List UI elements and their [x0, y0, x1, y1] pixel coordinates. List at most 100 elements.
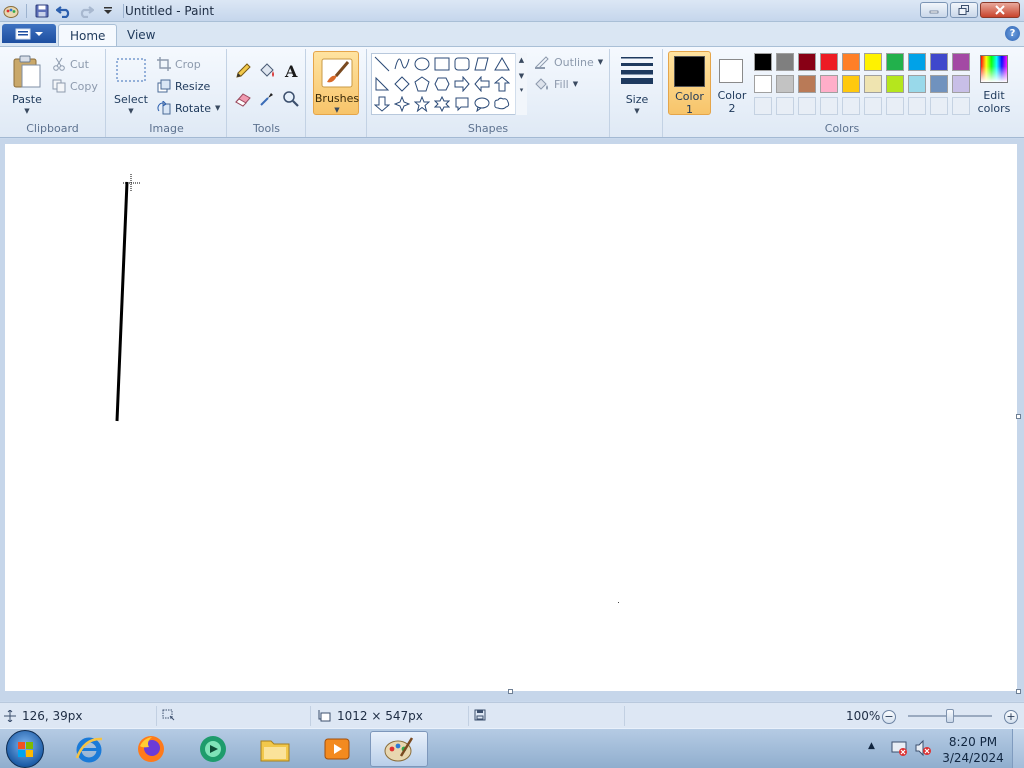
media-app-taskbar-button[interactable] — [186, 731, 240, 767]
custom-color-slot[interactable] — [798, 97, 816, 115]
pentagon-shape-icon[interactable] — [413, 75, 431, 93]
restore-button[interactable] — [950, 2, 978, 18]
media-player-taskbar-button[interactable] — [310, 731, 364, 767]
drawing-canvas[interactable] — [5, 144, 1017, 691]
zoom-slider-thumb[interactable] — [946, 709, 954, 723]
tab-view[interactable]: View — [116, 24, 166, 46]
canvas-resize-handle-right[interactable] — [1016, 414, 1021, 419]
palette-swatch[interactable] — [864, 75, 882, 93]
redo-icon[interactable] — [77, 2, 95, 20]
customize-qat-icon[interactable] — [99, 2, 117, 20]
four-point-star-shape-icon[interactable] — [393, 95, 411, 113]
palette-swatch[interactable] — [842, 53, 860, 71]
palette-swatch[interactable] — [842, 75, 860, 93]
magnifier-tool-button[interactable] — [281, 89, 301, 109]
zoom-in-button[interactable]: + — [1004, 710, 1018, 724]
custom-color-slot[interactable] — [886, 97, 904, 115]
canvas-workspace[interactable] — [0, 139, 1024, 701]
volume-muted-icon[interactable] — [914, 739, 932, 760]
size-button[interactable]: Size ▼ — [617, 53, 657, 115]
up-arrow-shape-icon[interactable] — [493, 75, 511, 93]
paste-button[interactable]: Paste ▼ — [8, 53, 46, 115]
custom-color-slot[interactable] — [930, 97, 948, 115]
left-arrow-shape-icon[interactable] — [473, 75, 491, 93]
help-icon[interactable]: ? — [1005, 26, 1020, 41]
outline-dropdown-icon[interactable]: ▼ — [598, 58, 603, 66]
curve-shape-icon[interactable] — [393, 55, 411, 73]
shapes-scrollbar[interactable]: ▲ ▼ ▾ — [515, 53, 527, 115]
pencil-tool-button[interactable] — [233, 61, 253, 81]
rectangle-shape-icon[interactable] — [433, 55, 451, 73]
rounded-rectangle-shape-icon[interactable] — [453, 55, 471, 73]
palette-swatch[interactable] — [798, 75, 816, 93]
right-triangle-shape-icon[interactable] — [373, 75, 391, 93]
palette-swatch[interactable] — [754, 75, 772, 93]
palette-swatch[interactable] — [820, 75, 838, 93]
color-picker-tool-button[interactable] — [257, 89, 277, 109]
minimize-button[interactable] — [920, 2, 948, 18]
undo-icon[interactable] — [55, 2, 73, 20]
palette-swatch[interactable] — [952, 53, 970, 71]
close-button[interactable] — [980, 2, 1020, 18]
save-icon[interactable] — [33, 2, 51, 20]
color2-button[interactable]: Color 2 — [712, 51, 752, 115]
edit-colors-button[interactable]: Edit colors — [976, 51, 1012, 117]
palette-swatch[interactable] — [886, 75, 904, 93]
expand-gallery-icon[interactable]: ▾ — [516, 86, 527, 94]
start-button[interactable] — [6, 730, 44, 768]
custom-color-slot[interactable] — [754, 97, 772, 115]
hexagon-shape-icon[interactable] — [433, 75, 451, 93]
palette-swatch[interactable] — [798, 53, 816, 71]
palette-swatch[interactable] — [952, 75, 970, 93]
oval-callout-shape-icon[interactable] — [473, 95, 491, 113]
copy-button[interactable]: Copy — [52, 79, 98, 93]
line-shape-icon[interactable] — [373, 55, 391, 73]
select-dropdown-icon[interactable]: ▼ — [113, 107, 149, 115]
tab-home[interactable]: Home — [58, 24, 118, 46]
show-desktop-button[interactable] — [1012, 729, 1024, 768]
custom-color-slot[interactable] — [842, 97, 860, 115]
cloud-callout-shape-icon[interactable] — [493, 95, 511, 113]
down-arrow-shape-icon[interactable] — [373, 95, 391, 113]
palette-swatch[interactable] — [820, 53, 838, 71]
custom-color-slot[interactable] — [820, 97, 838, 115]
file-explorer-taskbar-button[interactable] — [248, 731, 302, 767]
rotate-dropdown-icon[interactable]: ▼ — [215, 104, 220, 112]
brushes-button[interactable]: Brushes ▼ — [313, 51, 359, 115]
triangle-shape-icon[interactable] — [493, 55, 511, 73]
palette-swatch[interactable] — [776, 53, 794, 71]
fill-button[interactable]: Fill ▼ — [534, 77, 578, 91]
brushes-dropdown-icon[interactable]: ▼ — [314, 106, 360, 114]
size-dropdown-icon[interactable]: ▼ — [617, 107, 657, 115]
diamond-shape-icon[interactable] — [393, 75, 411, 93]
custom-color-slot[interactable] — [908, 97, 926, 115]
six-point-star-shape-icon[interactable] — [433, 95, 451, 113]
oval-shape-icon[interactable] — [413, 55, 431, 73]
canvas-resize-handle-bottom[interactable] — [508, 689, 513, 694]
paint-menu-button[interactable] — [2, 24, 56, 43]
rotate-button[interactable]: Rotate ▼ — [157, 101, 220, 115]
fill-dropdown-icon[interactable]: ▼ — [573, 80, 578, 88]
five-point-star-shape-icon[interactable] — [413, 95, 431, 113]
paint-taskbar-button[interactable] — [370, 731, 428, 767]
right-arrow-shape-icon[interactable] — [453, 75, 471, 93]
palette-swatch[interactable] — [776, 75, 794, 93]
crop-button[interactable]: Crop — [157, 57, 201, 71]
polygon-shape-icon[interactable] — [473, 55, 491, 73]
eraser-tool-button[interactable] — [233, 89, 253, 109]
scroll-down-icon[interactable]: ▼ — [516, 72, 527, 80]
text-tool-button[interactable]: A — [281, 61, 301, 81]
taskbar-clock[interactable]: 8:20 PM 3/24/2024 — [940, 734, 1006, 766]
canvas-resize-handle-corner[interactable] — [1016, 689, 1021, 694]
action-center-icon[interactable] — [890, 739, 908, 760]
zoom-out-button[interactable]: − — [882, 710, 896, 724]
custom-color-slot[interactable] — [952, 97, 970, 115]
palette-swatch[interactable] — [930, 53, 948, 71]
palette-swatch[interactable] — [908, 75, 926, 93]
scroll-up-icon[interactable]: ▲ — [516, 56, 527, 64]
select-button[interactable]: Select ▼ — [113, 53, 149, 115]
custom-color-slot[interactable] — [776, 97, 794, 115]
cut-button[interactable]: Cut — [52, 57, 89, 71]
palette-swatch[interactable] — [908, 53, 926, 71]
resize-button[interactable]: Resize — [157, 79, 210, 93]
